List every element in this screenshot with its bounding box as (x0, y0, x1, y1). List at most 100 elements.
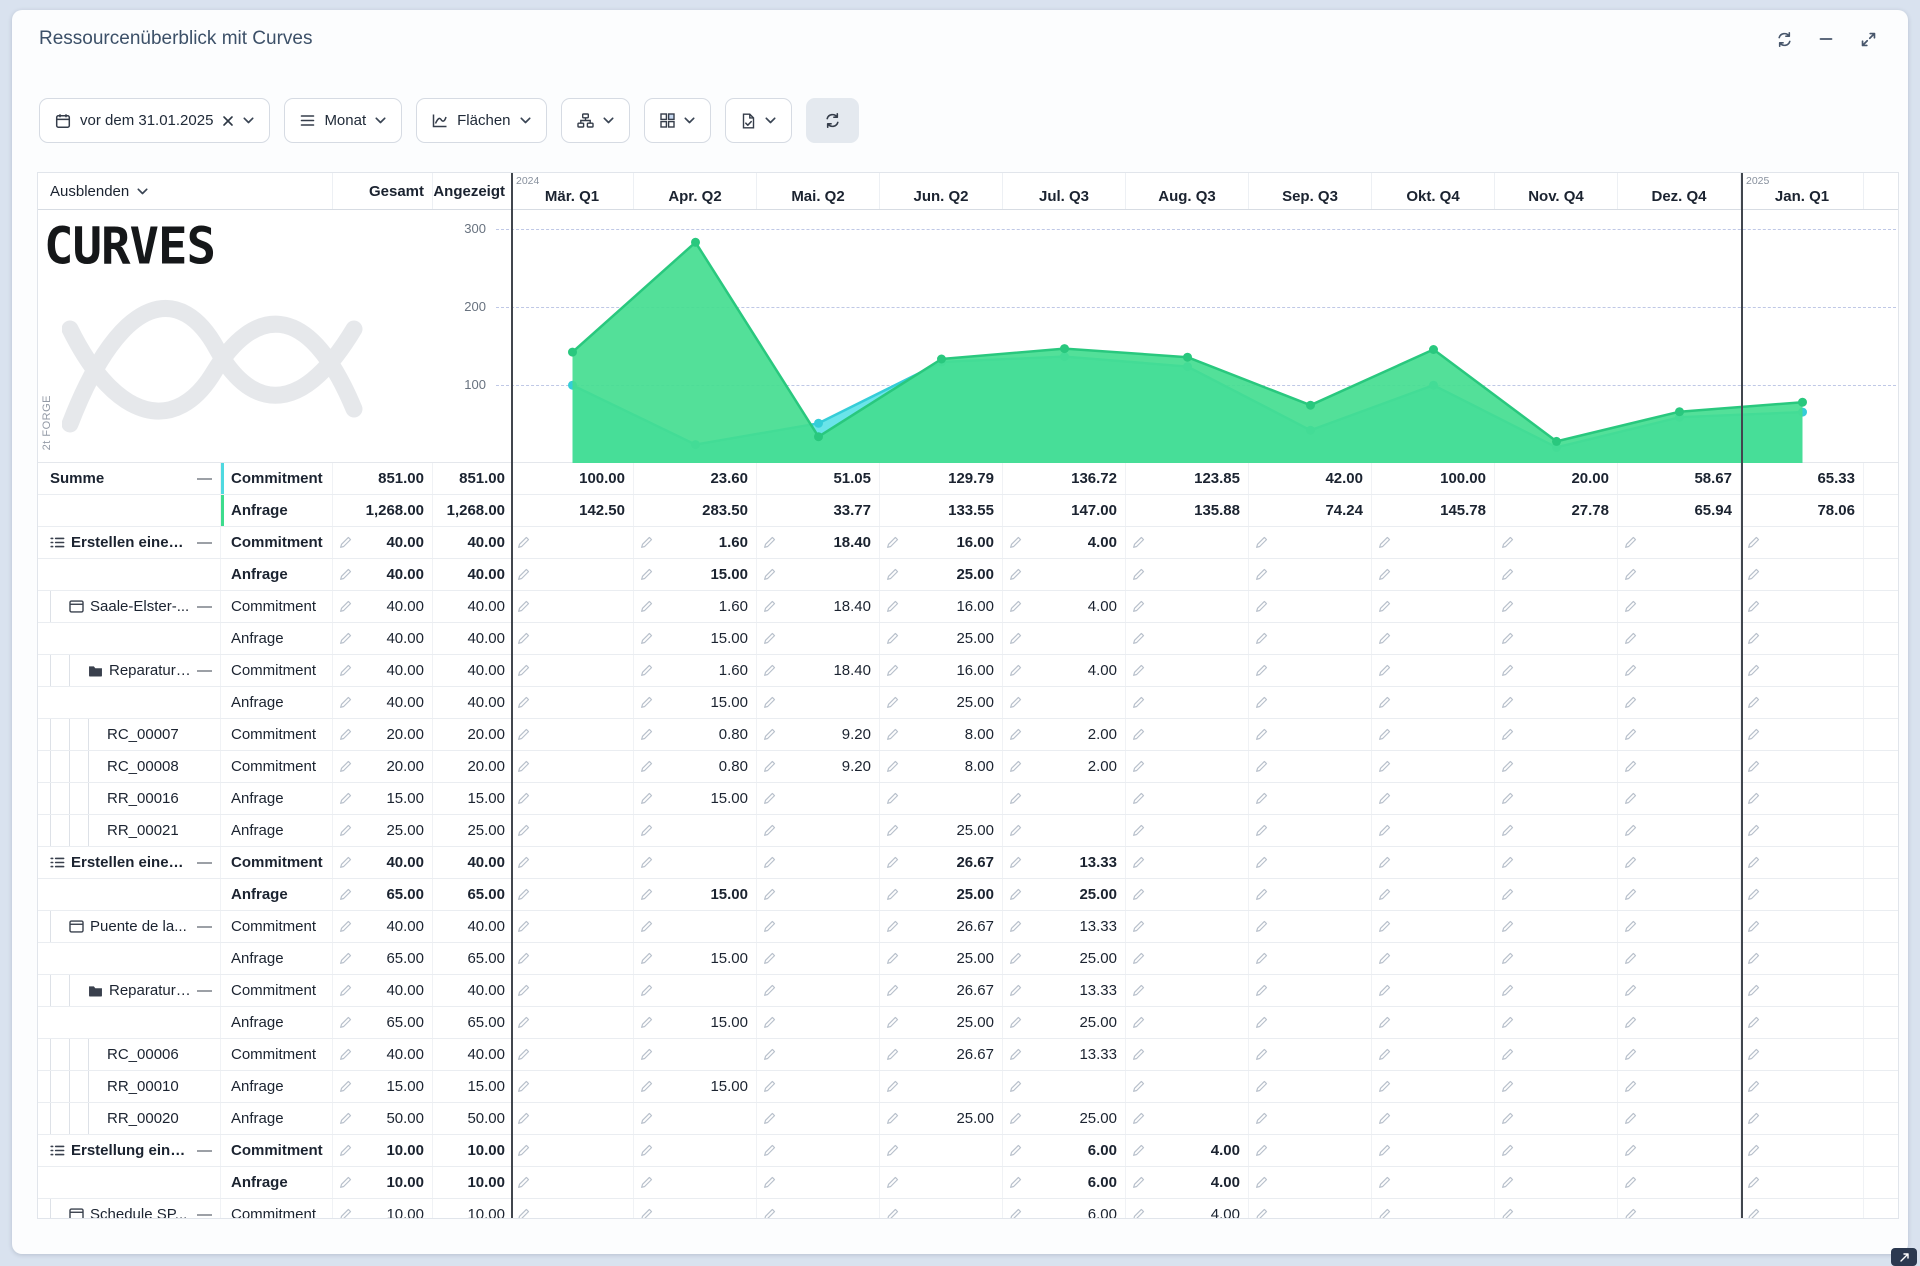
month-cell[interactable]: 25.00 (1003, 1007, 1126, 1038)
total-cell[interactable]: 65.00 (332, 943, 432, 974)
edit-pencil-icon[interactable] (517, 888, 530, 901)
month-cell[interactable] (634, 1039, 757, 1070)
month-cell[interactable]: 2.00 (1003, 719, 1126, 750)
month-cell[interactable] (1495, 559, 1618, 590)
edit-pencil-icon[interactable] (1378, 1048, 1391, 1061)
edit-pencil-icon[interactable] (1009, 760, 1022, 773)
month-cell[interactable] (1003, 1071, 1126, 1102)
month-cell[interactable] (1618, 591, 1741, 622)
month-cell[interactable] (757, 911, 880, 942)
month-cell[interactable] (1372, 1199, 1495, 1218)
month-cell[interactable] (511, 591, 634, 622)
edit-pencil-icon[interactable] (1009, 536, 1022, 549)
edit-pencil-icon[interactable] (886, 760, 899, 773)
month-cell[interactable]: 15.00 (634, 1007, 757, 1038)
edit-pencil-icon[interactable] (640, 824, 653, 837)
edit-pencil-icon[interactable] (640, 536, 653, 549)
edit-pencil-icon[interactable] (1009, 696, 1022, 709)
month-cell[interactable] (1495, 1039, 1618, 1070)
month-cell[interactable]: 4.00 (1126, 1135, 1249, 1166)
edit-pencil-icon[interactable] (1378, 920, 1391, 933)
edit-pencil-icon[interactable] (339, 664, 352, 677)
edit-pencil-icon[interactable] (1501, 536, 1514, 549)
month-cell[interactable] (1126, 751, 1249, 782)
month-cell[interactable] (1372, 527, 1495, 558)
month-cell[interactable] (880, 783, 1003, 814)
edit-pencil-icon[interactable] (1501, 952, 1514, 965)
edit-pencil-icon[interactable] (1378, 1208, 1391, 1218)
month-cell[interactable] (880, 1071, 1003, 1102)
edit-pencil-icon[interactable] (886, 952, 899, 965)
total-cell[interactable]: 65.00 (332, 1007, 432, 1038)
month-cell[interactable] (1618, 783, 1741, 814)
month-cell[interactable] (1495, 879, 1618, 910)
month-cell[interactable] (1741, 1167, 1864, 1198)
month-cell[interactable]: 26.67 (880, 975, 1003, 1006)
edit-pencil-icon[interactable] (517, 920, 530, 933)
total-cell[interactable]: 40.00 (332, 687, 432, 718)
edit-pencil-icon[interactable] (1501, 1016, 1514, 1029)
edit-pencil-icon[interactable] (517, 1176, 530, 1189)
month-cell[interactable] (1372, 1103, 1495, 1134)
edit-pencil-icon[interactable] (886, 824, 899, 837)
month-cell[interactable] (1126, 1039, 1249, 1070)
month-cell[interactable] (1249, 655, 1372, 686)
edit-pencil-icon[interactable] (339, 888, 352, 901)
edit-pencil-icon[interactable] (1624, 632, 1637, 645)
edit-pencil-icon[interactable] (1378, 664, 1391, 677)
edit-pencil-icon[interactable] (1378, 1016, 1391, 1029)
month-cell[interactable] (1618, 623, 1741, 654)
edit-pencil-icon[interactable] (1378, 1144, 1391, 1157)
total-cell[interactable]: 40.00 (332, 975, 432, 1006)
edit-pencil-icon[interactable] (517, 1048, 530, 1061)
edit-pencil-icon[interactable] (1255, 1048, 1268, 1061)
edit-pencil-icon[interactable] (1255, 952, 1268, 965)
edit-pencil-icon[interactable] (763, 824, 776, 837)
edit-pencil-icon[interactable] (1624, 728, 1637, 741)
edit-pencil-icon[interactable] (1378, 728, 1391, 741)
month-cell[interactable]: 16.00 (880, 591, 1003, 622)
month-cell[interactable] (880, 1135, 1003, 1166)
edit-pencil-icon[interactable] (640, 1048, 653, 1061)
month-cell[interactable] (757, 975, 880, 1006)
month-cell[interactable] (1618, 1071, 1741, 1102)
month-cell[interactable] (634, 1199, 757, 1218)
edit-pencil-icon[interactable] (1624, 568, 1637, 581)
total-cell[interactable]: 15.00 (332, 783, 432, 814)
edit-pencil-icon[interactable] (763, 1048, 776, 1061)
edit-pencil-icon[interactable] (763, 1144, 776, 1157)
edit-pencil-icon[interactable] (1378, 984, 1391, 997)
edit-pencil-icon[interactable] (1624, 1112, 1637, 1125)
month-cell[interactable] (1372, 943, 1495, 974)
edit-pencil-icon[interactable] (1747, 856, 1760, 869)
document-check-dropdown[interactable] (725, 98, 792, 143)
edit-pencil-icon[interactable] (640, 984, 653, 997)
month-cell[interactable] (634, 1103, 757, 1134)
month-cell[interactable]: 16.00 (880, 527, 1003, 558)
month-cell[interactable] (1618, 1039, 1741, 1070)
edit-pencil-icon[interactable] (1624, 600, 1637, 613)
month-cell[interactable] (1618, 1135, 1741, 1166)
month-cell[interactable] (511, 655, 634, 686)
edit-pencil-icon[interactable] (1501, 824, 1514, 837)
edit-pencil-icon[interactable] (1132, 856, 1145, 869)
edit-pencil-icon[interactable] (1747, 824, 1760, 837)
month-cell[interactable] (1618, 879, 1741, 910)
total-cell[interactable]: 40.00 (332, 559, 432, 590)
edit-pencil-icon[interactable] (517, 536, 530, 549)
month-cell[interactable] (1126, 975, 1249, 1006)
month-cell[interactable]: 4.00 (1003, 591, 1126, 622)
edit-pencil-icon[interactable] (640, 696, 653, 709)
edit-pencil-icon[interactable] (763, 888, 776, 901)
edit-pencil-icon[interactable] (1378, 600, 1391, 613)
edit-pencil-icon[interactable] (1255, 1208, 1268, 1218)
month-cell[interactable] (1249, 943, 1372, 974)
edit-pencil-icon[interactable] (1255, 760, 1268, 773)
edit-pencil-icon[interactable] (1624, 856, 1637, 869)
month-cell[interactable]: 15.00 (634, 687, 757, 718)
edit-pencil-icon[interactable] (1255, 600, 1268, 613)
total-cell[interactable]: 40.00 (332, 623, 432, 654)
month-cell[interactable]: 4.00 (1126, 1167, 1249, 1198)
edit-pencil-icon[interactable] (1009, 568, 1022, 581)
month-cell[interactable] (634, 975, 757, 1006)
